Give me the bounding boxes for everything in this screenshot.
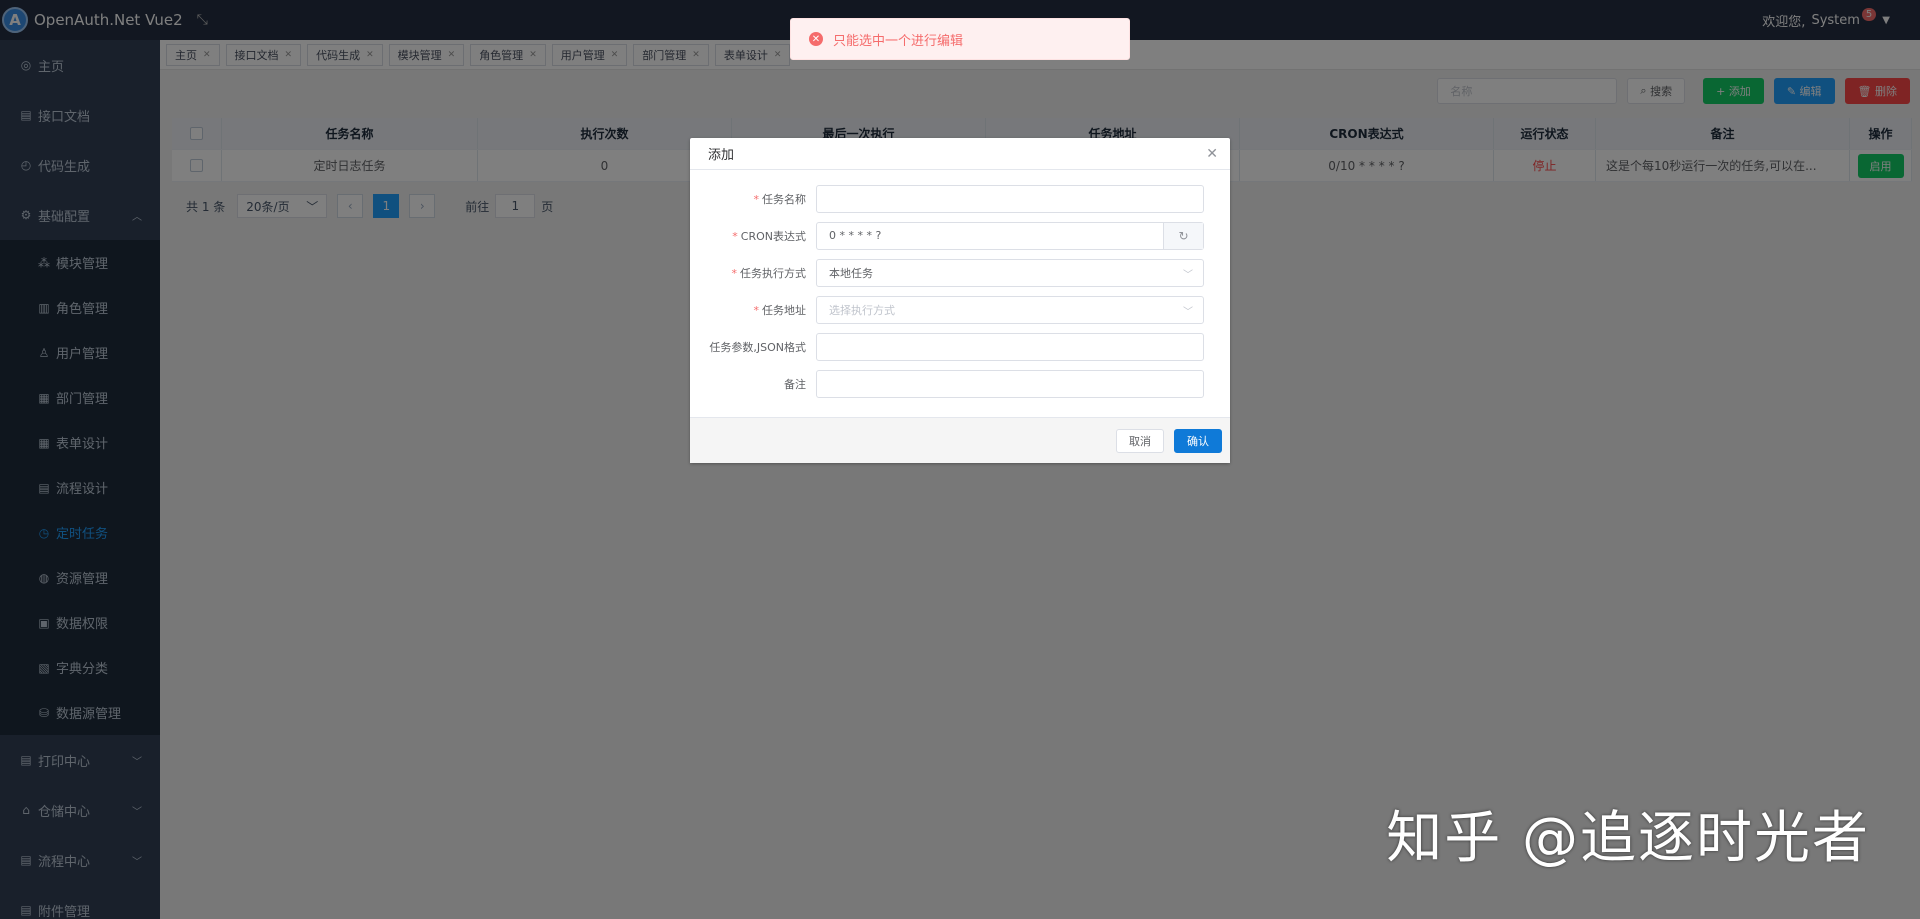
form-label: 备注 — [784, 377, 806, 391]
chevron-down-icon: ﹀ — [1183, 269, 1193, 281]
dialog-footer: 取消 确认 — [690, 417, 1230, 463]
cancel-button[interactable]: 取消 — [1116, 428, 1164, 453]
cron-input[interactable]: 0 * * * * ? ↻ — [816, 221, 1204, 250]
form-label: * 任务名称 — [753, 192, 807, 206]
task-name-input[interactable] — [816, 184, 1204, 213]
dialog-body: * 任务名称 * CRON表达式 0 * * * * ? ↻ * 任务执行方式 本地任… — [690, 170, 1230, 402]
error-icon: ✕ — [809, 32, 823, 46]
watermark: 知乎 @追逐时光者 — [1386, 806, 1870, 871]
toast-message: 只能选中一个进行编辑 — [833, 33, 964, 49]
confirm-button[interactable]: 确认 — [1174, 428, 1222, 453]
form-row-address: * 任务地址 选择执行方式 ﹀ — [690, 291, 1204, 328]
form-row-remark: 备注 — [690, 365, 1204, 402]
form-row-name: * 任务名称 — [690, 180, 1204, 217]
remark-input[interactable] — [816, 369, 1204, 398]
add-task-dialog: 添加 ✕ * 任务名称 * CRON表达式 0 * * * * ? ↻ * 任务执行方… — [690, 138, 1230, 463]
form-row-params: 任务参数,JSON格式 — [690, 328, 1204, 365]
refresh-icon[interactable]: ↻ — [1163, 222, 1203, 249]
form-label: * 任务地址 — [753, 303, 807, 317]
chevron-down-icon: ﹀ — [1183, 306, 1193, 318]
error-toast: ✕ 只能选中一个进行编辑 — [790, 18, 1130, 60]
dialog-title: 添加 — [708, 148, 735, 163]
task-params-input[interactable] — [816, 332, 1204, 361]
dialog-header: 添加 ✕ — [690, 138, 1230, 170]
task-address-select[interactable]: 选择执行方式 ﹀ — [816, 295, 1204, 324]
form-row-exec: * 任务执行方式 本地任务 ﹀ — [690, 254, 1204, 291]
close-icon[interactable]: ✕ — [1206, 146, 1218, 162]
form-label: * 任务执行方式 — [731, 266, 807, 280]
form-label: 任务参数,JSON格式 — [709, 340, 806, 354]
exec-mode-select[interactable]: 本地任务 ﹀ — [816, 258, 1204, 287]
form-row-cron: * CRON表达式 0 * * * * ? ↻ — [690, 217, 1204, 254]
form-label: * CRON表达式 — [732, 229, 806, 243]
